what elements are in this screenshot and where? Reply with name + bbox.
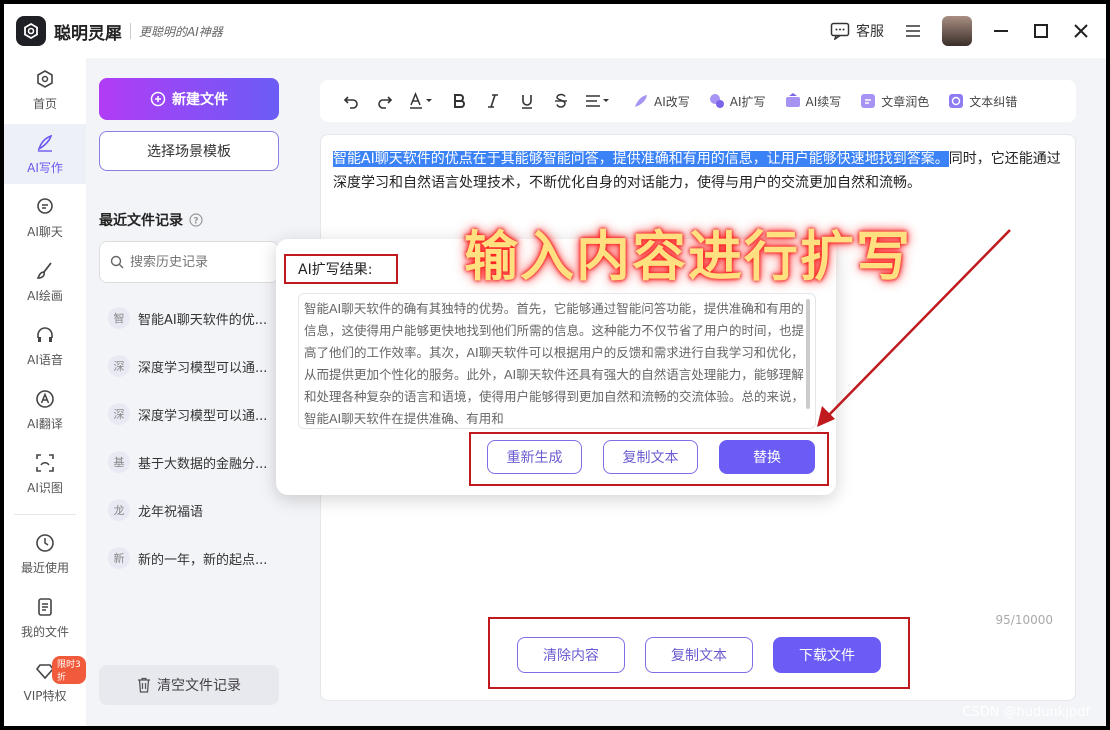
- watermark: CSDN @hudunkjpdf: [962, 705, 1090, 720]
- app-window: 聪明灵犀 更聪明的AI神器 客服 首页 AI写作 AI聊天 AI绘画 AI语音 …: [4, 4, 1106, 726]
- annotation-arrow-icon: [817, 229, 1011, 427]
